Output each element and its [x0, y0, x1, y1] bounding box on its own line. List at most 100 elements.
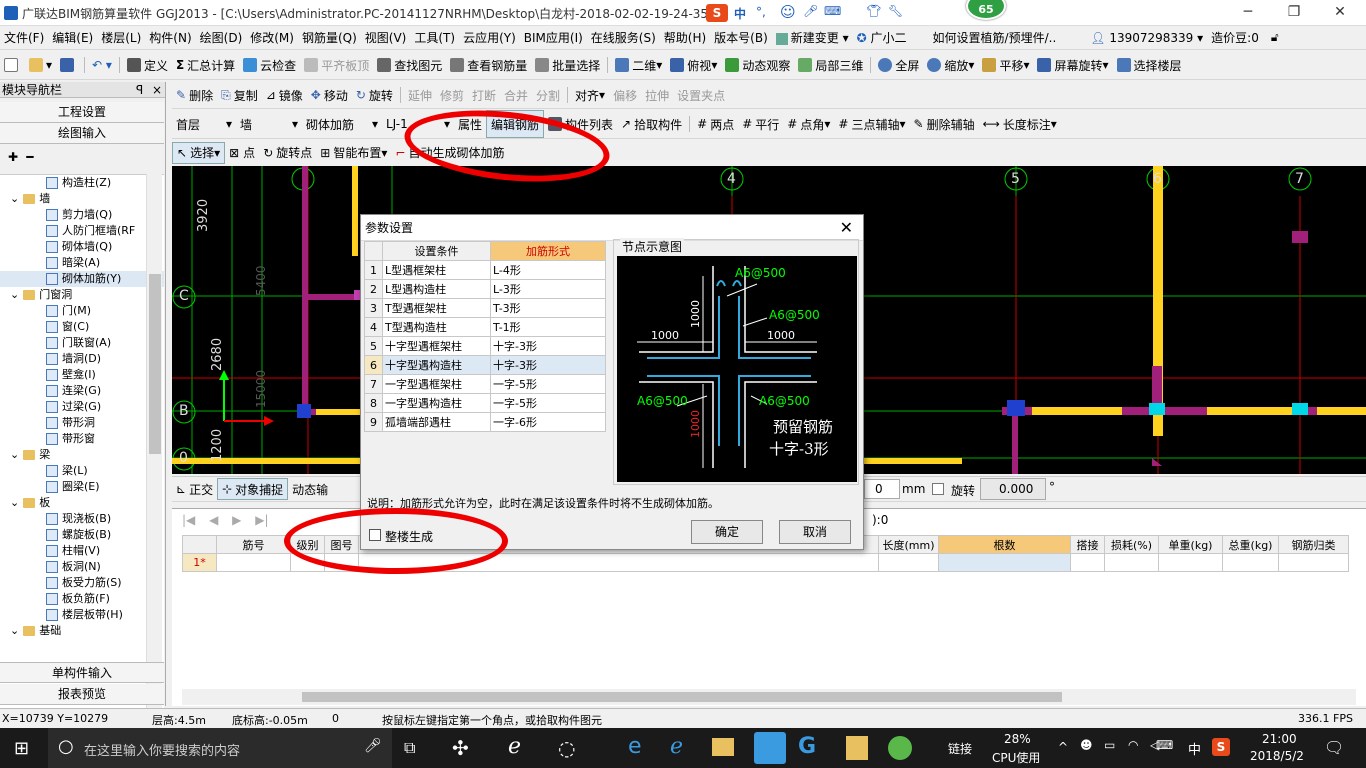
cell[interactable] [1070, 553, 1105, 572]
rebar-form-cell[interactable]: T-3形 [490, 298, 606, 318]
clock-time[interactable]: 21:00 [1262, 732, 1297, 746]
settings-row[interactable]: 1 L型遇框架柱 L-4形 [364, 260, 606, 280]
tree-item[interactable]: 过梁(G) [0, 399, 164, 415]
tree-item[interactable]: 柱帽(V) [0, 543, 164, 559]
open-file-icon[interactable]: ▾ [25, 51, 56, 79]
category-select[interactable]: 墙 ▾ [236, 110, 302, 138]
tree-item[interactable]: 梁(L) [0, 463, 164, 479]
keyboard-tray-icon[interactable]: ⌨ [1156, 738, 1173, 752]
file-explorer-icon[interactable] [712, 738, 734, 756]
tree-item[interactable]: 暗梁(A) [0, 255, 164, 271]
col-bar-number[interactable]: 筋号 [216, 535, 291, 554]
select-floor-button[interactable]: 选择楼层 [1113, 51, 1186, 79]
next-icon[interactable]: ▶ [232, 513, 241, 527]
menu-view[interactable]: 视图(V) [361, 29, 411, 46]
smart-layout-dropdown[interactable]: ⊞ 智能布置 ▾ [316, 140, 391, 165]
collapse-all-icon[interactable]: ━ [26, 150, 33, 164]
settings-row[interactable]: 5 十字型遇框架柱 十字-3形 [364, 336, 606, 356]
menu-version[interactable]: 版本号(B) [710, 29, 772, 46]
nav-drawing-input[interactable]: 绘图输入 [0, 123, 164, 144]
mirror-button[interactable]: ⊿ 镜像 [262, 82, 307, 108]
local-3d-button[interactable]: 局部三维 [794, 51, 867, 79]
settings-row[interactable]: 4 T型遇构造柱 T-1形 [364, 317, 606, 337]
point-button[interactable]: ⊠ 点 [225, 140, 259, 165]
ortho-toggle[interactable]: ⊾ 正交 [172, 477, 217, 501]
windows-start-icon[interactable]: ⊞ [14, 738, 29, 759]
col-length[interactable]: 长度(mm) [878, 535, 939, 554]
close-button[interactable]: ✕ [1320, 2, 1360, 24]
rebar-form-cell[interactable]: L-3形 [490, 279, 606, 299]
cell[interactable] [1278, 553, 1349, 572]
set-grip-button[interactable]: 设置夹点 [673, 82, 729, 108]
pan-dropdown[interactable]: 平移 ▾ [978, 51, 1033, 79]
align-slab-top-button[interactable]: 平齐板顶 [300, 51, 373, 79]
align-dropdown[interactable]: 对齐 ▾ [571, 82, 609, 108]
three-point-axis-button[interactable]: # 三点辅轴 ▾ [834, 110, 909, 138]
delete-axis-button[interactable]: ✎ 删除辅轴 [910, 110, 979, 138]
find-element-button[interactable]: 查找图元 [373, 51, 446, 79]
nav-project-settings[interactable]: 工程设置 [0, 102, 164, 123]
rebar-form-cell[interactable]: 一字-5形 [490, 393, 606, 413]
cell[interactable] [878, 553, 939, 572]
spiral-app-icon[interactable]: ◌ [558, 736, 575, 760]
glodon-app-icon[interactable] [754, 732, 786, 764]
shirt-icon[interactable]: 👕︎ [866, 4, 881, 18]
col-loss[interactable]: 损耗(%) [1104, 535, 1159, 554]
parallel-button[interactable]: # 平行 [738, 110, 783, 138]
menu-edit[interactable]: 编辑(E) [48, 29, 97, 46]
tree-item[interactable]: 壁龛(I) [0, 367, 164, 383]
rotate-checkbox[interactable] [932, 483, 944, 495]
collapse-toggle-icon[interactable]: ⌄ [10, 288, 19, 301]
view-2d-dropdown[interactable]: 二维 ▾ [611, 51, 666, 79]
ie-icon[interactable]: ℯ [670, 734, 683, 759]
battery-icon[interactable]: ▭ [1104, 738, 1115, 752]
menu-help[interactable]: 帮助(H) [660, 29, 710, 46]
mic-icon[interactable]: 🎤︎ [803, 4, 818, 18]
sogou-tray-icon[interactable]: S [1212, 738, 1230, 756]
new-file-icon[interactable] [0, 51, 25, 79]
settings-row[interactable]: 6 十字型遇构造柱 十字-3形 [364, 355, 606, 375]
prev-icon[interactable]: ◀ [209, 513, 218, 527]
offset-button[interactable]: 偏移 [609, 82, 641, 108]
edge-icon[interactable]: e [628, 734, 642, 759]
task-view-icon[interactable]: ⧉ [404, 738, 415, 758]
keyboard-icon[interactable]: ⌨ [824, 4, 841, 18]
menu-tools[interactable]: 工具(T) [410, 29, 459, 46]
menu-bim[interactable]: BIM应用(I) [520, 29, 587, 46]
collapse-toggle-icon[interactable]: ⌄ [10, 496, 19, 509]
green-app-icon[interactable] [888, 736, 912, 760]
split-button[interactable]: 分割 [532, 82, 564, 108]
menu-guangxiaoer[interactable]: ✪ 广小二 [853, 29, 911, 46]
settings-row[interactable]: 2 L型遇构造柱 L-3形 [364, 279, 606, 299]
sogou-icon[interactable]: S [706, 4, 728, 22]
lock-icon[interactable]: 🔓︎ [1267, 30, 1283, 45]
ime-lang[interactable]: 中 [734, 5, 746, 22]
floor-select[interactable]: 首层 ▾ [172, 110, 236, 138]
menu-cost-beans[interactable]: 造价豆:0 [1207, 29, 1263, 46]
tree-item[interactable]: 带形窗 [0, 431, 164, 447]
save-icon[interactable] [56, 51, 81, 79]
wifi-icon[interactable]: ◠ [1128, 738, 1138, 752]
dialog-close-icon[interactable]: ✕ [840, 215, 853, 241]
tree-item[interactable]: 门联窗(A) [0, 335, 164, 351]
taskbar-link[interactable]: 链接 [948, 740, 972, 757]
menu-component[interactable]: 构件(N) [145, 29, 195, 46]
tree-folder[interactable]: ⌄ 板 [0, 495, 164, 511]
tree-item[interactable]: 人防门框墙(RF [0, 223, 164, 239]
col-total-weight[interactable]: 总重(kg) [1222, 535, 1279, 554]
length-input[interactable]: 0 [864, 479, 900, 499]
mic-icon[interactable]: 🎤︎ [364, 738, 382, 754]
tree-item[interactable]: 连梁(G) [0, 383, 164, 399]
cell[interactable] [1222, 553, 1279, 572]
tree-folder[interactable]: ⌄ 基础 [0, 623, 164, 639]
nav-close-icon[interactable]: × [152, 82, 162, 98]
rotate-angle-input[interactable]: 0.000 [980, 478, 1046, 500]
rotate-button[interactable]: ↻ 旋转 [352, 82, 397, 108]
settings-row[interactable]: 8 一字型遇构造柱 一字-5形 [364, 393, 606, 413]
col-unit-weight[interactable]: 单重(kg) [1158, 535, 1223, 554]
tree-item[interactable]: 螺旋板(B) [0, 527, 164, 543]
menu-rebar-qty[interactable]: 钢筋量(Q) [298, 29, 361, 46]
trim-button[interactable]: 修剪 [436, 82, 468, 108]
undo-icon[interactable]: ↶ ▾ [88, 51, 116, 79]
pick-component-button[interactable]: ↗ 拾取构件 [617, 110, 686, 138]
